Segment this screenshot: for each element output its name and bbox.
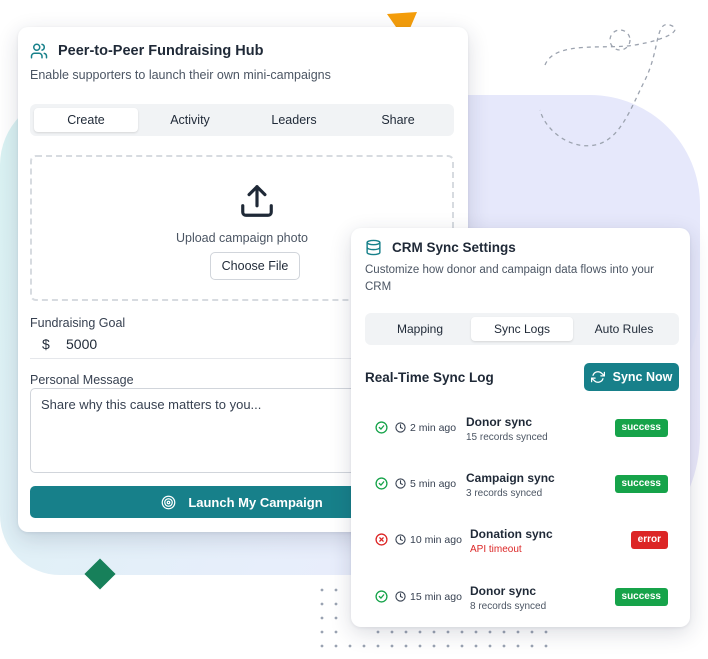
launch-button-label: Launch My Campaign [188, 494, 323, 510]
status-badge: error [630, 531, 668, 549]
clock-icon [395, 534, 406, 545]
sync-log-title: Real-Time Sync Log [365, 370, 494, 385]
log-detail: API timeout [470, 544, 522, 555]
log-name: Donor sync [470, 584, 537, 598]
log-detail: 3 records synced [466, 488, 543, 499]
log-row: 15 min ago Donor sync 8 records synced s… [351, 575, 690, 625]
log-row: 10 min ago Donation sync API timeout err… [351, 518, 690, 568]
upload-icon [241, 185, 273, 217]
clock-icon [395, 591, 406, 602]
log-name: Donation sync [470, 527, 553, 541]
tab-auto-rules[interactable]: Auto Rules [573, 317, 675, 341]
log-time: 10 min ago [410, 534, 462, 546]
fundraising-header: Peer-to-Peer Fundraising Hub [30, 42, 263, 60]
log-name: Campaign sync [466, 471, 555, 485]
crm-sync-card: CRM Sync Settings Customize how donor an… [351, 228, 690, 627]
status-badge: success [614, 419, 668, 437]
sync-now-button[interactable]: Sync Now [584, 363, 679, 391]
tab-create[interactable]: Create [34, 108, 138, 132]
status-badge: success [614, 475, 668, 493]
goal-label: Fundraising Goal [30, 316, 126, 330]
clock-icon [395, 422, 406, 433]
crm-tabs: Mapping Sync Logs Auto Rules [365, 313, 679, 345]
currency-symbol: $ [42, 335, 50, 352]
crm-subtitle: Customize how donor and campaign data fl… [365, 264, 654, 293]
message-label: Personal Message [30, 373, 134, 387]
status-badge: success [614, 588, 668, 606]
x-circle-icon [375, 533, 388, 546]
fundraising-subtitle: Enable supporters to launch their own mi… [30, 68, 331, 82]
tab-mapping[interactable]: Mapping [369, 317, 471, 341]
refresh-icon [590, 371, 605, 383]
log-row: 5 min ago Campaign sync 3 records synced… [351, 462, 690, 512]
tab-leaders[interactable]: Leaders [242, 108, 346, 132]
crm-header: CRM Sync Settings [365, 239, 516, 256]
log-time: 15 min ago [410, 591, 462, 603]
log-row: 2 min ago Donor sync 15 records synced s… [351, 406, 690, 456]
dashed-curve-decoration-icon [539, 23, 676, 147]
target-icon [161, 495, 176, 509]
log-name: Donor sync [466, 415, 533, 429]
log-time: 5 min ago [410, 478, 457, 490]
check-circle-icon [375, 590, 388, 603]
check-circle-icon [375, 477, 388, 490]
fundraising-title: Peer-to-Peer Fundraising Hub [58, 43, 264, 59]
log-detail: 8 records synced [470, 601, 547, 612]
fundraising-tabs: Create Activity Leaders Share [30, 104, 454, 136]
log-detail: 15 records synced [466, 432, 548, 443]
goal-value: 5000 [66, 335, 98, 352]
check-circle-icon [375, 421, 388, 434]
clock-icon [395, 478, 406, 489]
tab-share[interactable]: Share [346, 108, 450, 132]
tab-activity[interactable]: Activity [138, 108, 242, 132]
choose-file-button[interactable]: Choose File [210, 252, 300, 280]
tab-sync-logs[interactable]: Sync Logs [471, 317, 573, 341]
log-time: 2 min ago [410, 422, 457, 434]
database-icon [366, 239, 381, 256]
sync-now-label: Sync Now [612, 370, 673, 384]
users-icon [30, 43, 48, 59]
crm-title: CRM Sync Settings [392, 240, 516, 255]
